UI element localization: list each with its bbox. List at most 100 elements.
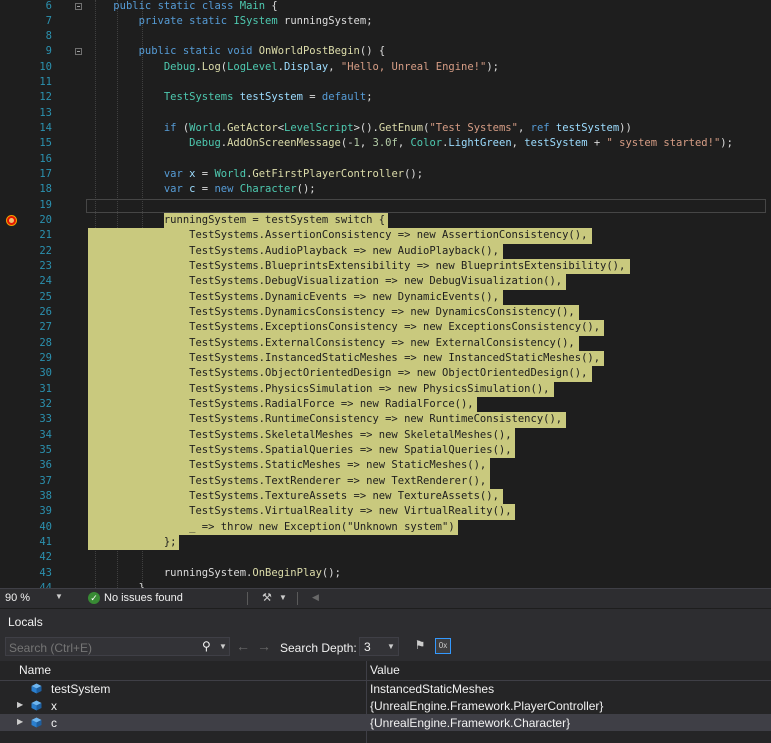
code-line[interactable]: 41 };: [0, 535, 771, 551]
code-line[interactable]: 10 Debug.Log(LogLevel.Display, "Hello, U…: [0, 60, 771, 75]
locals-row[interactable]: ▶ c {UnrealEngine.Framework.Character}: [0, 714, 771, 731]
code-line[interactable]: 36 TestSystems.StaticMeshes => new Stati…: [0, 458, 771, 474]
code-text[interactable]: TestSystems.DynamicEvents => new Dynamic…: [88, 290, 499, 305]
code-line[interactable]: 14 if (World.GetActor<LevelScript>().Get…: [0, 121, 771, 136]
chevron-down-icon[interactable]: ▼: [219, 642, 227, 651]
code-cleanup-icon[interactable]: ⚒: [262, 591, 272, 604]
code-text[interactable]: TestSystems.TextRenderer => new TextRend…: [88, 474, 486, 489]
code-text[interactable]: TestSystems.TextureAssets => new Texture…: [88, 489, 499, 504]
variable-value[interactable]: {UnrealEngine.Framework.PlayerController…: [370, 699, 603, 713]
collapse-icon[interactable]: [75, 2, 82, 10]
code-text[interactable]: runningSystem.OnBeginPlay();: [88, 566, 341, 581]
search-icon[interactable]: ⚲: [202, 639, 211, 653]
code-text[interactable]: var x = World.GetFirstPlayerController()…: [88, 167, 423, 182]
code-text[interactable]: Debug.Log(LogLevel.Display, "Hello, Unre…: [88, 60, 499, 75]
expand-icon[interactable]: ▶: [17, 717, 23, 726]
arrow-right-icon[interactable]: →: [257, 638, 271, 654]
hex-display-icon[interactable]: 0x: [435, 638, 451, 654]
code-editor[interactable]: 6 public static class Main {7 private st…: [0, 0, 771, 588]
code-line[interactable]: 18 var c = new Character();: [0, 182, 771, 197]
code-line[interactable]: 38 TestSystems.TextureAssets => new Text…: [0, 489, 771, 505]
arrow-left-icon[interactable]: ←: [236, 638, 250, 654]
code-text[interactable]: }: [88, 581, 145, 588]
code-line[interactable]: 9 public static void OnWorldPostBegin() …: [0, 44, 771, 59]
variable-value[interactable]: InstancedStaticMeshes: [370, 682, 494, 696]
breakpoint-icon[interactable]: [6, 215, 17, 227]
zoom-level[interactable]: 90 %: [5, 592, 30, 604]
code-text[interactable]: TestSystems.StaticMeshes => new StaticMe…: [88, 458, 486, 473]
code-line[interactable]: 16: [0, 152, 771, 167]
code-text[interactable]: TestSystems.RuntimeConsistency => new Ru…: [88, 412, 562, 427]
search-depth-select[interactable]: 3 ▼: [359, 637, 399, 656]
column-header-name[interactable]: Name: [19, 663, 51, 677]
variable-value[interactable]: {UnrealEngine.Framework.Character}: [370, 716, 570, 730]
code-line[interactable]: 21 TestSystems.AssertionConsistency => n…: [0, 228, 771, 244]
chevron-down-icon[interactable]: ▼: [55, 592, 63, 601]
code-text[interactable]: public static void OnWorldPostBegin() {: [88, 44, 386, 59]
code-text[interactable]: TestSystems.SkeletalMeshes => new Skelet…: [88, 428, 511, 443]
code-text[interactable]: private static ISystem runningSystem;: [88, 14, 373, 29]
code-line[interactable]: 37 TestSystems.TextRenderer => new TextR…: [0, 473, 771, 490]
code-line[interactable]: 22 TestSystems.AudioPlayback => new Audi…: [0, 243, 771, 260]
code-text[interactable]: TestSystems.SpatialQueries => new Spatia…: [88, 443, 511, 458]
scroll-left-icon[interactable]: ◀: [312, 592, 319, 603]
code-line[interactable]: 42: [0, 550, 771, 565]
code-text[interactable]: _ => throw new Exception("Unknown system…: [88, 520, 455, 535]
code-line[interactable]: 28 TestSystems.ExternalConsistency => ne…: [0, 335, 771, 352]
expand-icon[interactable]: ▶: [17, 700, 23, 709]
code-line[interactable]: 8: [0, 29, 771, 44]
code-text[interactable]: TestSystems.ExternalConsistency => new E…: [88, 336, 575, 351]
code-line[interactable]: 20 runningSystem = testSystem switch {: [0, 213, 771, 229]
code-text[interactable]: TestSystems.DebugVisualization => new De…: [88, 274, 562, 289]
code-text[interactable]: public static class Main {: [88, 0, 277, 14]
code-line[interactable]: 25 TestSystems.DynamicEvents => new Dyna…: [0, 289, 771, 306]
code-text[interactable]: TestSystems.AssertionConsistency => new …: [88, 228, 587, 243]
code-text[interactable]: TestSystems.BlueprintsExtensibility => n…: [88, 259, 625, 274]
column-header-value[interactable]: Value: [370, 663, 400, 677]
code-line[interactable]: 23 TestSystems.BlueprintsExtensibility =…: [0, 259, 771, 275]
code-text[interactable]: if (World.GetActor<LevelScript>().GetEnu…: [88, 121, 632, 136]
chevron-down-icon[interactable]: ▼: [279, 593, 287, 602]
code-line[interactable]: 34 TestSystems.SkeletalMeshes => new Ske…: [0, 427, 771, 444]
code-line[interactable]: 32 TestSystems.RadialForce => new Radial…: [0, 397, 771, 413]
code-line[interactable]: 40 _ => throw new Exception("Unknown sys…: [0, 519, 771, 536]
code-line[interactable]: 26 TestSystems.DynamicsConsistency => ne…: [0, 305, 771, 321]
code-text[interactable]: Debug.AddOnScreenMessage(-1, 3.0f, Color…: [88, 136, 733, 151]
search-input[interactable]: [6, 638, 201, 657]
code-line[interactable]: 13: [0, 106, 771, 121]
code-line[interactable]: 6 public static class Main {: [0, 0, 771, 14]
code-text[interactable]: };: [88, 535, 177, 550]
issues-status[interactable]: No issues found: [104, 592, 183, 604]
locals-row[interactable]: ▶ x {UnrealEngine.Framework.PlayerControll…: [0, 697, 771, 714]
code-line[interactable]: 35 TestSystems.SpatialQueries => new Spa…: [0, 443, 771, 459]
code-line[interactable]: 29 TestSystems.InstancedStaticMeshes => …: [0, 351, 771, 367]
code-line[interactable]: 39 TestSystems.VirtualReality => new Vir…: [0, 504, 771, 520]
code-line[interactable]: 17 var x = World.GetFirstPlayerControlle…: [0, 167, 771, 182]
code-line[interactable]: 12 TestSystems testSystem = default;: [0, 90, 771, 105]
locals-row[interactable]: testSystem InstancedStaticMeshes: [0, 680, 771, 697]
code-text[interactable]: TestSystems.DynamicsConsistency => new D…: [88, 305, 575, 320]
code-line[interactable]: 15 Debug.AddOnScreenMessage(-1, 3.0f, Co…: [0, 136, 771, 151]
code-line[interactable]: 44 }: [0, 581, 771, 588]
search-box[interactable]: ⚲ ▼: [5, 637, 230, 657]
code-line[interactable]: 43 runningSystem.OnBeginPlay();: [0, 566, 771, 581]
collapse-icon[interactable]: [75, 48, 82, 56]
code-text[interactable]: TestSystems.RadialForce => new RadialFor…: [88, 397, 473, 412]
code-line[interactable]: 27 TestSystems.ExceptionsConsistency => …: [0, 320, 771, 336]
pin-icon[interactable]: ⚑: [412, 638, 428, 654]
code-text[interactable]: TestSystems.PhysicsSimulation => new Phy…: [88, 382, 549, 397]
code-text[interactable]: TestSystems.InstancedStaticMeshes => new…: [88, 351, 600, 366]
code-text[interactable]: TestSystems.AudioPlayback => new AudioPl…: [88, 244, 499, 259]
code-line[interactable]: 30 TestSystems.ObjectOrientedDesign => n…: [0, 366, 771, 382]
code-text[interactable]: TestSystems.ExceptionsConsistency => new…: [88, 320, 600, 335]
code-text[interactable]: TestSystems.ObjectOrientedDesign => new …: [88, 366, 587, 381]
code-line[interactable]: 31 TestSystems.PhysicsSimulation => new …: [0, 381, 771, 398]
code-line[interactable]: 7 private static ISystem runningSystem;: [0, 14, 771, 29]
code-line[interactable]: 24 TestSystems.DebugVisualization => new…: [0, 274, 771, 290]
code-line[interactable]: 11: [0, 75, 771, 90]
code-text[interactable]: runningSystem = testSystem switch {: [88, 213, 385, 228]
code-text[interactable]: TestSystems.VirtualReality => new Virtua…: [88, 504, 511, 519]
code-text[interactable]: var c = new Character();: [88, 182, 316, 197]
code-line[interactable]: 33 TestSystems.RuntimeConsistency => new…: [0, 412, 771, 428]
chevron-down-icon[interactable]: ▼: [387, 642, 395, 651]
